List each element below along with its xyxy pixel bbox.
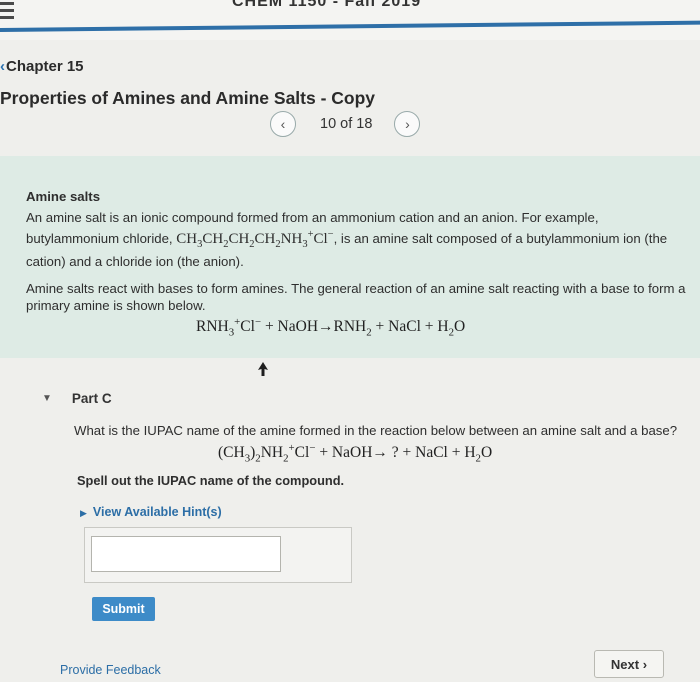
previous-item-button[interactable]: ‹ <box>270 111 296 137</box>
pager-position: 10 of 18 <box>320 116 373 132</box>
chapter-back-link[interactable]: ‹Chapter 15 <box>0 58 84 75</box>
hints-label: View Available Hint(s) <box>92 505 222 519</box>
next-button[interactable]: Next › <box>594 650 664 678</box>
question-text: What is the IUPAC name of the amine form… <box>74 423 678 438</box>
intro-paragraph-1: An amine salt is an ionic compound forme… <box>26 209 686 270</box>
pager: ‹ 10 of 18 › <box>270 110 421 138</box>
page-title: Properties of Amines and Amine Salts - C… <box>0 88 376 108</box>
chevron-right-icon: › <box>405 116 410 132</box>
part-c-toggle[interactable]: ▼ Part C <box>42 391 112 406</box>
course-title: CHEM 1150 - Fall 2019 <box>232 0 422 10</box>
chevron-left-icon: ‹ <box>0 58 5 75</box>
caret-down-icon: ▼ <box>42 393 52 404</box>
top-bar: CHEM 1150 - Fall 2019 <box>0 0 700 40</box>
submit-button[interactable]: Submit <box>92 597 155 621</box>
butylammonium-chloride-formula: CH3CH2CH2CH2NH3+Cl− <box>176 229 334 250</box>
view-hints-link[interactable]: ▶ View Available Hint(s) <box>80 505 222 519</box>
chevron-left-icon: ‹ <box>280 116 286 132</box>
question-reaction-equation: (CH3)2NH2+Cl− + NaOH→ ? + NaCl + H2O <box>218 442 493 465</box>
general-reaction-equation: RNH3+Cl− + NaOH→RNH2 + NaCl + H2O <box>196 316 466 339</box>
intro-paragraph-2: Amine salts react with bases to form ami… <box>26 281 686 313</box>
next-item-button[interactable]: › <box>394 111 421 137</box>
answer-instruction: Spell out the IUPAC name of the compound… <box>77 473 345 488</box>
answer-container <box>84 527 352 583</box>
mouse-cursor-icon <box>258 362 268 376</box>
provide-feedback-link[interactable]: Provide Feedback <box>60 663 161 677</box>
part-c-label: Part C <box>71 391 112 406</box>
chapter-label: Chapter 15 <box>6 58 84 75</box>
chevron-right-icon: › <box>642 656 648 672</box>
caret-right-icon: ▶ <box>80 508 87 518</box>
next-label: Next <box>610 656 640 672</box>
intro-heading: Amine salts <box>26 189 101 204</box>
answer-input[interactable] <box>91 536 281 572</box>
hamburger-menu-icon[interactable] <box>0 2 14 23</box>
